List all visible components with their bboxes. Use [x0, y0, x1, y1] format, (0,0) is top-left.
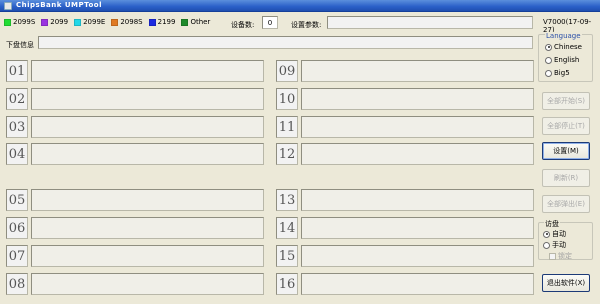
device-count-label: 设备数: [231, 21, 255, 29]
checkbox-icon [549, 252, 556, 260]
lock-checkbox[interactable]: 锁定 [549, 251, 572, 261]
port-number-15: 15 [276, 245, 298, 267]
legend-item-2099: 2099 [41, 18, 68, 26]
port-slot-09[interactable] [301, 60, 534, 82]
device-count-value: 0 [262, 16, 278, 29]
language-option-chinese[interactable]: Chinese [545, 43, 582, 51]
port-slot-13[interactable] [301, 189, 534, 211]
port-number-01: 01 [6, 60, 28, 82]
port-slot-16[interactable] [301, 273, 534, 295]
mode-option-label: 自动 [552, 230, 566, 238]
port-slot-08[interactable] [31, 273, 264, 295]
port-slot-14[interactable] [301, 217, 534, 239]
radio-icon [545, 69, 552, 77]
port-slot-10[interactable] [301, 88, 534, 110]
radio-selected-icon [543, 230, 550, 238]
legend-item-other: Other [181, 18, 210, 26]
refresh-button[interactable]: 刷新(R) [542, 169, 590, 187]
port-slot-02[interactable] [31, 88, 264, 110]
port-slot-07[interactable] [31, 245, 264, 267]
radio-icon [545, 56, 552, 64]
settings-button[interactable]: 设置(M) [542, 142, 590, 160]
legend-label: 2098S [120, 18, 143, 26]
port-number-08: 08 [6, 273, 28, 295]
legend-label: 2099S [13, 18, 36, 26]
port-number-12: 12 [276, 143, 298, 165]
mode-option-label: 手动 [552, 241, 566, 249]
port-number-06: 06 [6, 217, 28, 239]
radio-icon [543, 241, 550, 249]
language-option-english[interactable]: English [545, 56, 579, 64]
port-slot-03[interactable] [31, 116, 264, 138]
language-option-label: English [554, 56, 580, 64]
chip-legend: 2099S 2099 2099E 2098S 2199 Other [4, 18, 216, 26]
port-slot-04[interactable] [31, 143, 264, 165]
legend-swatch [41, 18, 49, 26]
port-number-02: 02 [6, 88, 28, 110]
legend-label: 2099E [83, 18, 106, 26]
stop-all-button[interactable]: 全部停止(T) [542, 117, 590, 135]
legend-label: Other [190, 18, 211, 26]
port-number-04: 04 [6, 143, 28, 165]
radio-selected-icon [545, 43, 552, 51]
port-number-10: 10 [276, 88, 298, 110]
port-slot-05[interactable] [31, 189, 264, 211]
language-option-label: Big5 [554, 69, 570, 77]
mode-option-auto[interactable]: 自动 [543, 229, 566, 239]
exit-button[interactable]: 退出软件(X) [542, 274, 590, 292]
settings-param-label: 设置参数: [291, 21, 322, 29]
language-option-big5[interactable]: Big5 [545, 69, 570, 77]
port-slot-06[interactable] [31, 217, 264, 239]
legend-swatch [111, 18, 119, 26]
title-bar[interactable]: ChipsBank UMPTool [0, 0, 600, 12]
port-number-09: 09 [276, 60, 298, 82]
settings-param-field [327, 16, 533, 29]
start-all-button[interactable]: 全部开始(S) [542, 92, 590, 110]
legend-item-2099e: 2099E [74, 18, 105, 26]
port-number-14: 14 [276, 217, 298, 239]
legend-item-2098s: 2098S [111, 18, 143, 26]
pop-all-button[interactable]: 全部弹出(E) [542, 195, 590, 213]
port-number-05: 05 [6, 189, 28, 211]
language-group-title: Language [545, 32, 582, 40]
port-slot-01[interactable] [31, 60, 264, 82]
download-info-field [38, 36, 533, 49]
lock-label: 锁定 [558, 252, 572, 260]
port-number-13: 13 [276, 189, 298, 211]
legend-item-2199: 2199 [148, 18, 176, 26]
legend-swatch [148, 18, 156, 26]
port-number-07: 07 [6, 245, 28, 267]
legend-swatch [4, 18, 11, 26]
language-option-label: Chinese [554, 43, 582, 51]
port-slot-11[interactable] [301, 116, 534, 138]
port-number-03: 03 [6, 116, 28, 138]
legend-swatch [181, 18, 189, 26]
port-number-16: 16 [276, 273, 298, 295]
window-title: ChipsBank UMPTool [16, 1, 102, 9]
mode-option-manual[interactable]: 手动 [543, 240, 566, 250]
legend-swatch [74, 18, 82, 26]
legend-label: 2099 [50, 18, 69, 26]
mode-group-title: 访盘 [544, 219, 560, 229]
port-number-11: 11 [276, 116, 298, 138]
app-icon [4, 2, 12, 10]
legend-item-2099s: 2099S [4, 18, 35, 26]
port-slot-12[interactable] [301, 143, 534, 165]
port-slot-15[interactable] [301, 245, 534, 267]
legend-label: 2199 [157, 18, 176, 26]
download-info-label: 下盘信息 [6, 41, 34, 49]
